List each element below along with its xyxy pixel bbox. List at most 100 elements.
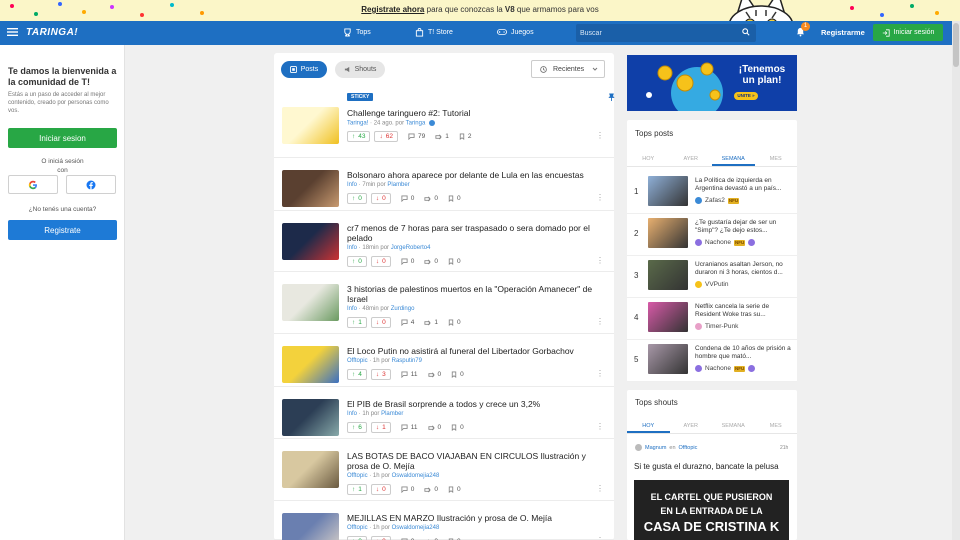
saves-stat[interactable]: 0 xyxy=(451,371,464,378)
top-post-author[interactable]: VVPutin xyxy=(695,281,729,288)
top-post-item[interactable]: 3 Ucranianos asaltan Jerson, no duraron … xyxy=(627,256,797,298)
search-icon[interactable] xyxy=(742,28,750,36)
saves-stat[interactable]: 0 xyxy=(451,424,464,431)
scrollbar-thumb[interactable] xyxy=(953,23,959,67)
post-author[interactable]: Plamber xyxy=(381,411,403,417)
more-options-icon[interactable]: ⋮ xyxy=(596,536,604,540)
shares-stat[interactable]: 0 xyxy=(424,195,438,202)
saves-stat[interactable]: 0 xyxy=(448,258,461,265)
page-scrollbar[interactable] xyxy=(952,21,960,540)
more-options-icon[interactable]: ⋮ xyxy=(596,317,604,326)
post-category[interactable]: Offtopic xyxy=(347,358,368,364)
post-item[interactable]: El PIB de Brasil sorprende a todos y cre… xyxy=(274,387,614,439)
post-author[interactable]: Zurdingo xyxy=(391,306,415,312)
post-title[interactable]: Bolsonaro ahora aparece por delante de L… xyxy=(347,170,609,180)
shout-category[interactable]: Offtopic xyxy=(679,445,698,451)
post-thumbnail[interactable] xyxy=(282,451,339,488)
post-thumbnail[interactable] xyxy=(282,223,339,260)
post-title[interactable]: 3 historias de palestinos muertos en la … xyxy=(347,284,609,304)
sidebar-login-button[interactable]: Iniciar sesion xyxy=(8,128,117,148)
login-button[interactable]: Iniciar sesión xyxy=(873,24,943,41)
upvote-button[interactable]: ↑0 xyxy=(347,256,367,267)
top-post-title[interactable]: La Política de izquierda en Argentina de… xyxy=(695,177,791,193)
top-post-title[interactable]: Netflix cancela la serie de Resident Wok… xyxy=(695,303,791,319)
post-category[interactable]: Info xyxy=(347,245,357,251)
post-category[interactable]: Offtopic xyxy=(347,525,368,531)
post-title[interactable]: El Loco Putin no asistirá al funeral del… xyxy=(347,346,609,356)
top-post-author[interactable]: Timer-Punk xyxy=(695,323,738,330)
downvote-button[interactable]: ↓0 xyxy=(370,317,391,328)
post-title[interactable]: Challenge taringuero #2: Tutorial xyxy=(347,108,609,118)
top-post-title[interactable]: ¿Te gustaría dejar de ser un "Simp"? ¿Te… xyxy=(695,219,791,235)
saves-stat[interactable]: 0 xyxy=(448,195,461,202)
shout-username[interactable]: Magnum xyxy=(645,445,666,451)
upvote-button[interactable]: ↑ 1 xyxy=(347,484,367,495)
more-options-icon[interactable]: ⋮ xyxy=(596,369,604,378)
tops-tab-ayer[interactable]: AYER xyxy=(670,153,713,166)
more-options-icon[interactable]: ⋮ xyxy=(596,422,604,431)
top-post-item[interactable]: 4 Netflix cancela la serie de Resident W… xyxy=(627,298,797,340)
post-item[interactable]: cr7 menos de 7 horas para ser traspasado… xyxy=(274,211,614,272)
post-author[interactable]: Rasputin79 xyxy=(392,358,422,364)
post-title[interactable]: LAS BOTAS DE BACO VIAJABAN EN CIRCULOS I… xyxy=(347,451,609,471)
top-post-thumbnail[interactable] xyxy=(648,344,688,374)
downvote-button[interactable]: ↓0 xyxy=(370,484,391,495)
shares-stat[interactable]: 1 xyxy=(424,319,438,326)
more-options-icon[interactable]: ⋮ xyxy=(596,131,604,140)
post-title[interactable]: cr7 menos de 7 horas para ser traspasado… xyxy=(347,223,609,243)
downvote-button[interactable]: ↓0 xyxy=(370,193,391,204)
post-thumbnail[interactable] xyxy=(282,346,339,383)
shares-stat[interactable]: 0 xyxy=(424,258,438,265)
post-item[interactable]: Bolsonaro ahora aparece por delante de L… xyxy=(274,158,614,211)
upvote-button[interactable]: ↑0 xyxy=(347,193,367,204)
top-post-item[interactable]: 5 Condena de 10 años de prisión a hombre… xyxy=(627,340,797,382)
top-post-author[interactable]: Nachone NFU xyxy=(695,239,756,246)
top-post-item[interactable]: 1 La Política de izquierda en Argentina … xyxy=(627,172,797,214)
search-input[interactable] xyxy=(580,27,730,39)
comments-stat[interactable]: 11 xyxy=(401,424,418,431)
comments-stat[interactable]: 0 xyxy=(401,258,414,265)
shouts-tab-semana[interactable]: SEMANA xyxy=(712,420,755,433)
shares-stat[interactable]: 0 xyxy=(427,371,441,378)
downvote-button[interactable]: ↓0 xyxy=(370,536,391,540)
post-title[interactable]: MEJILLAS EN MARZO Ilustración y prosa de… xyxy=(347,513,609,523)
saves-stat[interactable]: 2 xyxy=(459,133,471,140)
shout-image[interactable]: EL CARTEL QUE PUSIERON EN LA ENTRADA DE … xyxy=(634,480,789,540)
nav-store-link[interactable]: T! Store xyxy=(415,28,453,37)
tops-tab-semana[interactable]: SEMANA xyxy=(712,153,755,166)
top-post-thumbnail[interactable] xyxy=(648,176,688,206)
shouts-tab-hoy[interactable]: HOY xyxy=(627,420,670,433)
comments-stat[interactable]: 0 xyxy=(401,195,414,202)
post-thumbnail[interactable] xyxy=(282,170,339,207)
upvote-button[interactable]: ↑ 1 xyxy=(347,317,367,328)
post-category[interactable]: Info xyxy=(347,306,357,312)
register-link[interactable]: Registrarme xyxy=(821,28,865,37)
post-category[interactable]: Info xyxy=(347,182,357,188)
comments-stat[interactable]: 4 xyxy=(401,319,414,326)
shares-stat[interactable]: 0 xyxy=(427,424,441,431)
top-post-thumbnail[interactable] xyxy=(648,218,688,248)
post-thumbnail[interactable] xyxy=(282,284,339,321)
downvote-button[interactable]: ↓ 3 xyxy=(370,369,391,380)
ad-banner[interactable]: ¡Tenemos un plan! UNITE » xyxy=(627,55,797,111)
ad-cta-button[interactable]: UNITE » xyxy=(734,92,758,100)
tops-tab-hoy[interactable]: HOY xyxy=(627,153,670,166)
top-post-item[interactable]: 2 ¿Te gustaría dejar de ser un "Simp"? ¿… xyxy=(627,214,797,256)
top-post-author[interactable]: Zafas2 NFU xyxy=(695,197,740,204)
hamburger-menu-icon[interactable] xyxy=(7,27,18,37)
upvote-button[interactable]: ↑ 6 xyxy=(347,422,367,433)
google-login-button[interactable] xyxy=(8,175,58,194)
sort-select[interactable]: Recientes xyxy=(531,60,605,78)
top-post-title[interactable]: Condena de 10 años de prisión a hombre q… xyxy=(695,345,791,361)
avatar[interactable] xyxy=(635,444,642,451)
shouts-tab-mes[interactable]: MES xyxy=(755,420,798,433)
downvote-button[interactable]: ↓ 62 xyxy=(374,131,398,142)
post-category[interactable]: Info xyxy=(347,411,357,417)
post-author[interactable]: Oswaldomejia248 xyxy=(392,473,440,479)
post-category[interactable]: Taringa! xyxy=(347,121,368,127)
post-item[interactable]: Challenge taringuero #2: Tutorial Taring… xyxy=(274,93,615,158)
upvote-button[interactable]: ↑ 43 xyxy=(347,131,371,142)
shouts-tab-ayer[interactable]: AYER xyxy=(670,420,713,433)
post-author[interactable]: JorgeRoberto4 xyxy=(391,245,431,251)
shares-stat[interactable]: 1 xyxy=(435,133,449,140)
